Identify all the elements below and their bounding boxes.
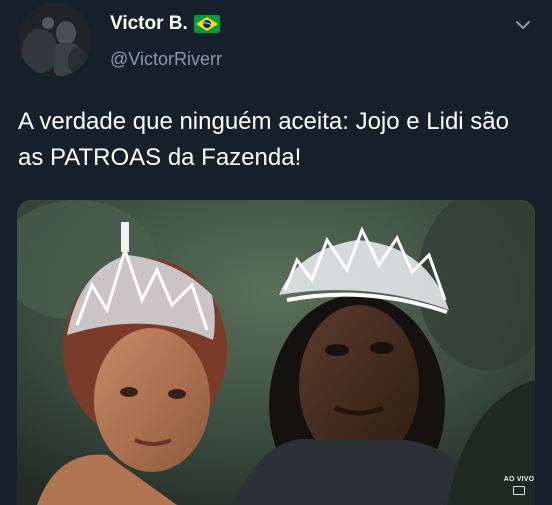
display-name[interactable]: Victor B. <box>110 13 188 35</box>
avatar-image <box>18 3 92 77</box>
tweet-media[interactable]: AO VIVO <box>17 200 535 505</box>
chevron-down-icon[interactable] <box>512 14 534 36</box>
author-handle[interactable]: @VictorRiverr <box>110 49 222 70</box>
author-row: Victor B. <box>110 12 220 36</box>
broadcast-icon <box>513 486 525 495</box>
media-photo <box>17 200 535 505</box>
brazil-flag-icon <box>193 15 220 33</box>
tweet-text: A verdade que ninguém aceita: Jojo e Lid… <box>18 108 510 171</box>
avatar[interactable] <box>18 3 92 77</box>
live-label: AO VIVO <box>503 476 535 483</box>
tweet[interactable]: Victor B. @VictorRiverr A verdade que ni… <box>0 0 552 505</box>
